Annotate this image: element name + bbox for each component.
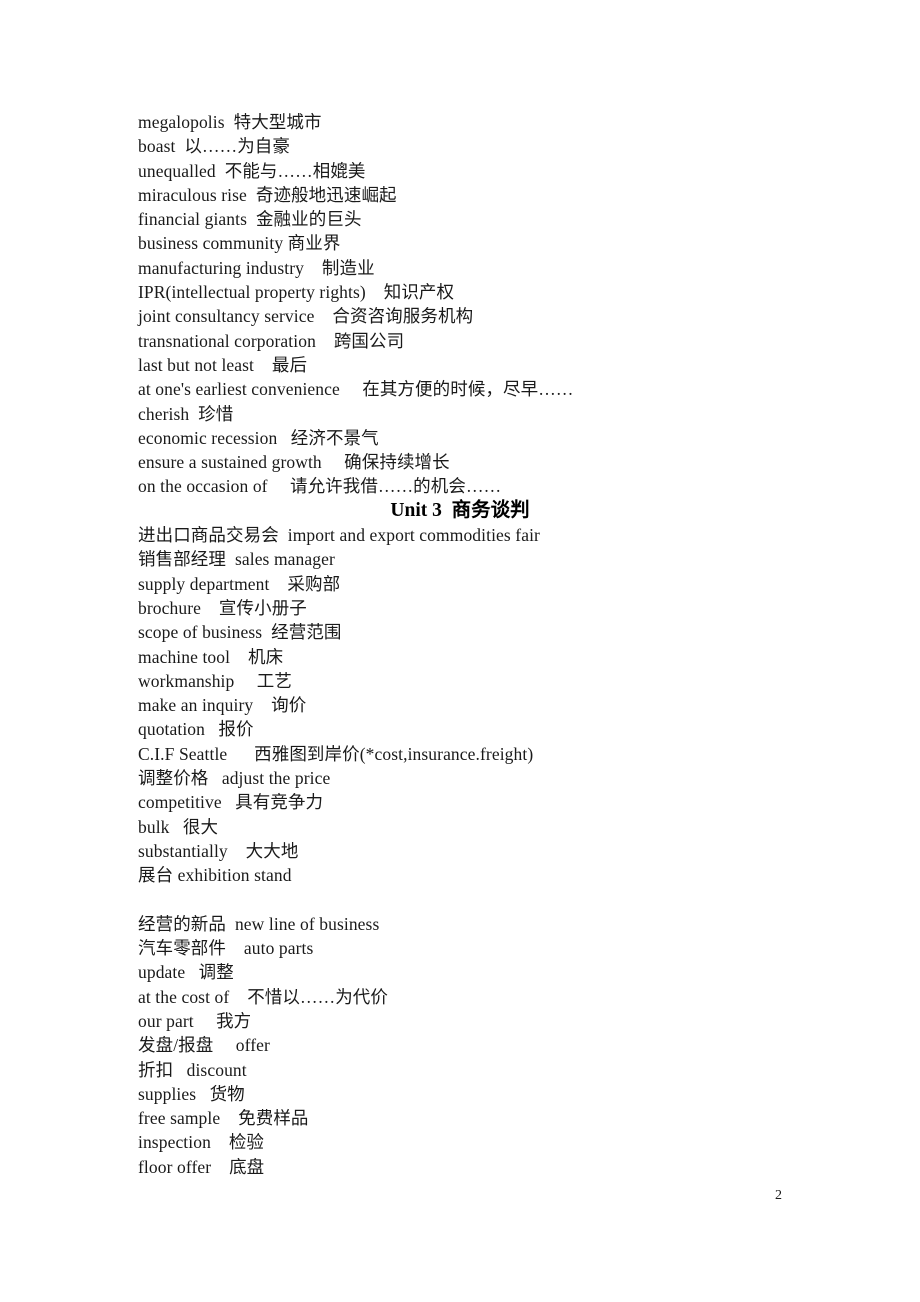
vocabulary-entry: inspection 检验 — [138, 1132, 265, 1153]
vocabulary-entry: economic recession 经济不景气 — [138, 427, 379, 448]
vocabulary-entry: 折扣 discount — [138, 1059, 247, 1080]
vocabulary-entry: bulk 很大 — [138, 816, 219, 837]
vocabulary-entry: scope of business 经营范围 — [138, 622, 342, 643]
vocabulary-entry: cherish 珍惜 — [138, 403, 234, 424]
vocabulary-entry: make an inquiry 询价 — [138, 695, 307, 716]
vocabulary-list: megalopolis 特大型城市 boast 以……为自豪 unequalled … — [138, 110, 798, 1179]
vocabulary-entry: at one's earliest convenience 在其方便的时候，尽早… — [138, 379, 574, 400]
vocabulary-entry: at the cost of 不惜以……为代价 — [138, 986, 389, 1007]
vocabulary-entry: floor offer 底盘 — [138, 1156, 265, 1177]
vocabulary-entry: megalopolis 特大型城市 — [138, 112, 322, 132]
vocabulary-entry: 展台 exhibition stand — [138, 865, 292, 886]
vocabulary-entry: competitive 具有竞争力 — [138, 792, 324, 813]
vocabulary-entry: C.I.F Seattle 西雅图到岸价(*cost,insurance.fre… — [138, 743, 534, 764]
vocabulary-entry: 经营的新品 new line of business — [138, 913, 380, 934]
document-page: megalopolis 特大型城市 boast 以……为自豪 unequalled … — [0, 0, 920, 1302]
vocabulary-entry: ensure a sustained growth 确保持续增长 — [138, 452, 450, 473]
section-heading: Unit 3 商务谈判 — [390, 499, 530, 521]
vocabulary-entry: manufacturing industry 制造业 — [138, 257, 375, 278]
vocabulary-entry: 调整价格 adjust the price — [138, 768, 331, 789]
page-number: 2 — [775, 1188, 782, 1203]
vocabulary-entry: 销售部经理 sales manager — [138, 549, 335, 570]
vocabulary-entry: unequalled 不能与……相媲美 — [138, 160, 366, 181]
vocabulary-entry: 进出口商品交易会 import and export commodities f… — [138, 525, 540, 546]
vocabulary-entry: financial giants 金融业的巨头 — [138, 209, 362, 230]
vocabulary-entry: supply department 采购部 — [138, 573, 341, 594]
vocabulary-entry: our part 我方 — [138, 1010, 252, 1031]
vocabulary-entry: workmanship 工艺 — [138, 670, 292, 691]
vocabulary-entry: substantially 大大地 — [138, 840, 299, 861]
vocabulary-entry: update 调整 — [138, 962, 234, 983]
vocabulary-entry: free sample 免费样品 — [138, 1108, 309, 1129]
vocabulary-entry: brochure 宣传小册子 — [138, 597, 307, 618]
vocabulary-entry: quotation 报价 — [138, 719, 254, 740]
vocabulary-entry: 汽车零部件 auto parts — [138, 938, 314, 959]
vocabulary-entry: machine tool 机床 — [138, 646, 284, 667]
vocabulary-entry: boast 以……为自豪 — [138, 136, 290, 157]
vocabulary-entry: joint consultancy service 合资咨询服务机构 — [138, 306, 474, 327]
vocabulary-entry: last but not least 最后 — [138, 354, 308, 375]
vocabulary-entry: IPR(intellectual property rights) 知识产权 — [138, 282, 455, 303]
vocabulary-entry: transnational corporation 跨国公司 — [138, 330, 405, 351]
vocabulary-entry: 发盘/报盘 offer — [138, 1035, 270, 1056]
vocabulary-entry: supplies 货物 — [138, 1083, 245, 1104]
vocabulary-entry: on the occasion of 请允许我借……的机会…… — [138, 476, 502, 497]
vocabulary-entry: miraculous rise 奇迹般地迅速崛起 — [138, 184, 397, 205]
vocabulary-entry: business community 商业界 — [138, 233, 341, 254]
